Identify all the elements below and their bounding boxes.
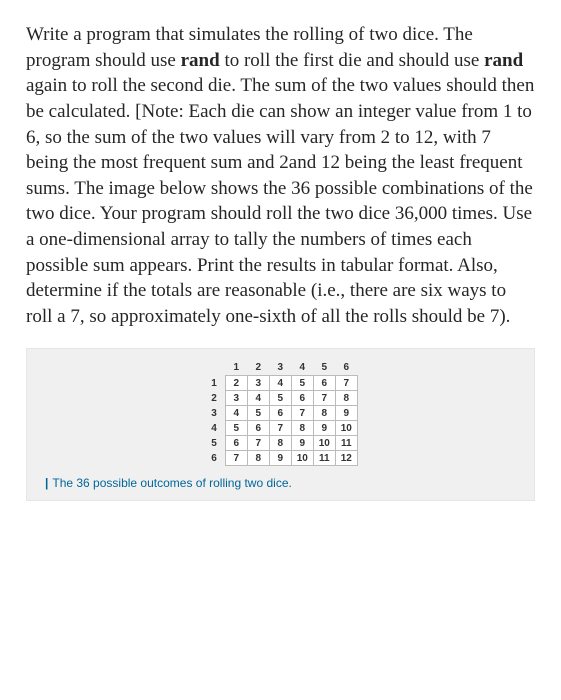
col-header: 3 [269, 361, 291, 376]
dice-sums-table: 1 2 3 4 5 6 1 2 3 4 5 6 7 2 3 4 5 6 7 8 … [203, 361, 358, 467]
table-cell: 9 [269, 451, 291, 466]
rand-keyword-2: rand [484, 50, 523, 71]
table-cell: 10 [313, 436, 335, 451]
problem-part-1b: to roll the first die and should use [220, 50, 484, 71]
table-cell: 7 [247, 436, 269, 451]
row-header: 5 [203, 436, 225, 451]
rand-keyword-1: rand [181, 50, 220, 71]
table-cell: 11 [313, 451, 335, 466]
table-cell: 12 [335, 451, 357, 466]
row-header: 1 [203, 376, 225, 391]
table-cell: 11 [335, 436, 357, 451]
table-cell: 5 [269, 391, 291, 406]
col-header: 6 [335, 361, 357, 376]
row-header: 6 [203, 451, 225, 466]
table-cell: 4 [269, 376, 291, 391]
figure-caption: | The 36 possible outcomes of rolling two… [45, 476, 516, 490]
col-header: 4 [291, 361, 313, 376]
table-cell: 8 [269, 436, 291, 451]
table-cell: 4 [225, 406, 247, 421]
table-cell: 2 [225, 376, 247, 391]
problem-statement: Write a program that simulates the rolli… [26, 22, 535, 330]
table-cell: 10 [291, 451, 313, 466]
table-cell: 8 [335, 391, 357, 406]
row-header: 4 [203, 421, 225, 436]
table-cell: 4 [247, 391, 269, 406]
table-cell: 3 [247, 376, 269, 391]
table-cell: 9 [291, 436, 313, 451]
problem-part-1c: again to roll the second die. The sum of… [26, 75, 534, 327]
table-cell: 6 [269, 406, 291, 421]
table-cell: 7 [225, 451, 247, 466]
table-cell: 5 [247, 406, 269, 421]
table-cell: 5 [291, 376, 313, 391]
col-header: 2 [247, 361, 269, 376]
table-cell: 6 [291, 391, 313, 406]
table-cell: 3 [225, 391, 247, 406]
row-header: 3 [203, 406, 225, 421]
caption-text: The 36 possible outcomes of rolling two … [52, 476, 291, 490]
table-cell: 7 [335, 376, 357, 391]
table-cell: 6 [225, 436, 247, 451]
col-header: 1 [225, 361, 247, 376]
table-cell: 6 [247, 421, 269, 436]
table-cell: 9 [313, 421, 335, 436]
table-cell: 8 [291, 421, 313, 436]
table-cell: 10 [335, 421, 357, 436]
table-cell: 6 [313, 376, 335, 391]
table-cell: 7 [291, 406, 313, 421]
table-cell: 5 [225, 421, 247, 436]
caption-bar-icon: | [45, 476, 48, 490]
table-cell: 7 [269, 421, 291, 436]
table-cell: 8 [313, 406, 335, 421]
figure-box: 1 2 3 4 5 6 1 2 3 4 5 6 7 2 3 4 5 6 7 8 … [26, 348, 535, 502]
col-header: 5 [313, 361, 335, 376]
table-cell: 8 [247, 451, 269, 466]
row-header: 2 [203, 391, 225, 406]
table-cell: 9 [335, 406, 357, 421]
table-cell: 7 [313, 391, 335, 406]
